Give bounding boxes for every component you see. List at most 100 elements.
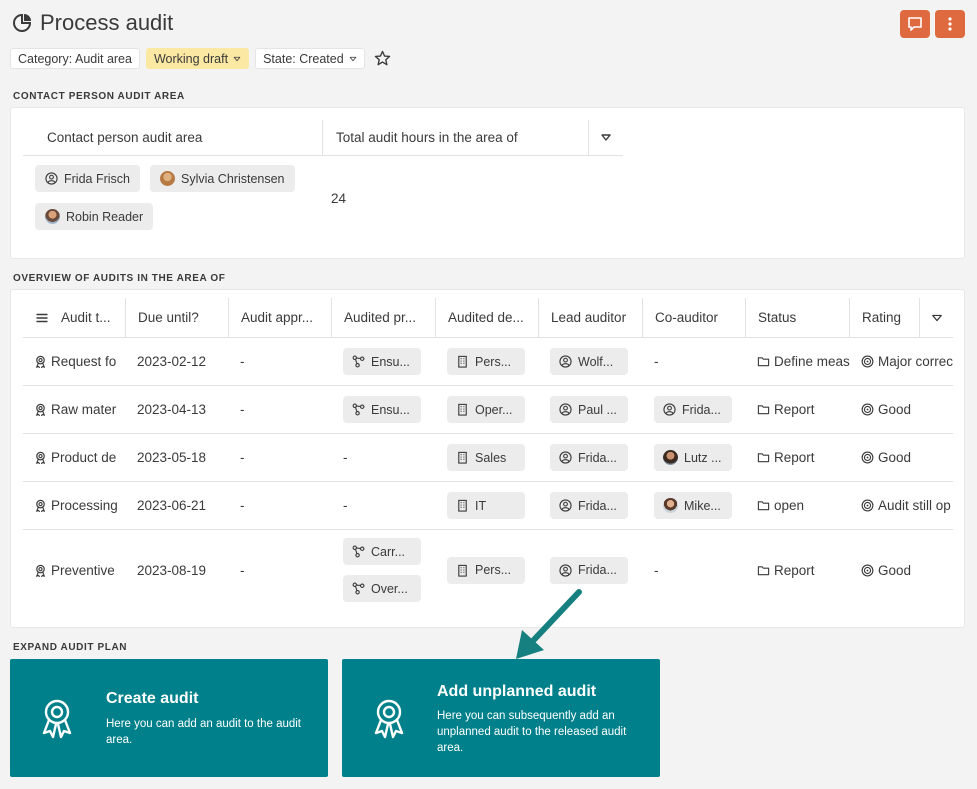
rating-cell: Good bbox=[850, 450, 953, 465]
column-options-button[interactable] bbox=[920, 298, 953, 337]
building-icon bbox=[458, 403, 467, 416]
lead-auditor-chip[interactable]: Frida... bbox=[550, 556, 628, 584]
add-unplanned-audit-title: Add unplanned audit bbox=[437, 683, 597, 700]
contact-table-header: Contact person audit area Total audit ho… bbox=[23, 120, 623, 156]
total-hours-column-header[interactable]: Total audit hours in the area of bbox=[323, 120, 589, 155]
audit-type-label: Raw mater bbox=[51, 402, 117, 417]
lead-auditor-name: Frida... bbox=[578, 450, 617, 465]
due-date: 2023-02-12 bbox=[137, 354, 207, 369]
department-label: Sales bbox=[475, 450, 507, 465]
audit-type-cell: Request fo bbox=[23, 354, 126, 369]
process-flow-icon bbox=[352, 355, 365, 368]
folder-icon bbox=[757, 453, 770, 463]
column-header[interactable]: Audited de... bbox=[436, 298, 539, 337]
status: open bbox=[757, 498, 804, 513]
process-chip[interactable]: Over... bbox=[343, 575, 421, 602]
approval-cell: - bbox=[229, 498, 332, 513]
table-row[interactable]: Product de 2023-05-18 - - Sales Frida... Lutz … bbox=[23, 434, 953, 482]
process-chip[interactable]: Ensu... bbox=[343, 348, 421, 375]
person-chip[interactable]: Sylvia Christensen bbox=[149, 165, 295, 192]
due-date-cell: 2023-06-21 bbox=[126, 498, 229, 513]
process-label: Ensu... bbox=[371, 354, 410, 369]
award-icon bbox=[35, 564, 46, 577]
favorite-button[interactable] bbox=[371, 50, 391, 67]
audits-table-header: Audit t... Due until? Audit appr... Audited… bbox=[23, 298, 953, 338]
column-options-button[interactable] bbox=[589, 120, 623, 155]
audit-type[interactable]: Processing bbox=[34, 498, 118, 513]
rating: Good bbox=[861, 563, 911, 578]
create-audit-title: Create audit bbox=[106, 690, 199, 707]
audit-type[interactable]: Request fo bbox=[34, 354, 116, 369]
audited-process-cell: - bbox=[332, 450, 436, 465]
add-unplanned-audit-card[interactable]: Add unplanned audit Here you can subsequ… bbox=[342, 659, 660, 777]
co-auditor-chip[interactable]: Frida... bbox=[654, 396, 732, 423]
audit-type-label: Preventive bbox=[51, 562, 115, 578]
audit-type[interactable]: Raw mater bbox=[34, 402, 116, 417]
contact-panel: Contact person audit area Total audit ho… bbox=[10, 107, 965, 259]
co-auditor-chip[interactable]: Lutz ... bbox=[654, 444, 732, 471]
co-auditor-chip[interactable]: Mike... bbox=[654, 492, 732, 519]
column-header[interactable]: Audit t... bbox=[23, 298, 126, 337]
co-auditor-cell: Mike... bbox=[643, 492, 746, 519]
more-options-button[interactable] bbox=[935, 10, 965, 38]
audit-type[interactable]: Preventive bbox=[34, 563, 115, 578]
person-chip[interactable]: Frida Frisch bbox=[35, 165, 140, 192]
tag-1[interactable]: Working draft bbox=[145, 48, 250, 69]
empty-value: - bbox=[343, 498, 348, 513]
total-hours-value: 24 bbox=[331, 191, 347, 206]
department-chip[interactable]: Sales bbox=[447, 444, 525, 471]
column-header[interactable]: Due until? bbox=[126, 298, 229, 337]
process-chip[interactable]: Carr... bbox=[343, 538, 421, 565]
tag-2[interactable]: State: Created bbox=[255, 48, 365, 69]
department-chip[interactable]: Pers... bbox=[447, 556, 525, 584]
column-header[interactable]: Audit appr... bbox=[229, 298, 332, 337]
approval-cell: - bbox=[229, 563, 332, 578]
status-cell: Report bbox=[746, 563, 850, 578]
contact-person-column-header[interactable]: Contact person audit area bbox=[23, 120, 323, 155]
contact-persons-list: Frida Frisch Sylvia Christensen Robin Read… bbox=[35, 165, 295, 230]
department-chip[interactable]: Pers... bbox=[447, 348, 525, 375]
column-header[interactable]: Status bbox=[746, 298, 850, 337]
comment-button[interactable] bbox=[900, 10, 930, 38]
user-circle-icon bbox=[559, 403, 572, 416]
status: Report bbox=[757, 402, 815, 417]
lead-auditor-cell: Frida... bbox=[539, 492, 643, 519]
department-label: IT bbox=[475, 498, 487, 513]
person-chip[interactable]: Robin Reader bbox=[35, 203, 154, 230]
audited-department-cell: Oper... bbox=[436, 396, 539, 423]
column-header-label: Due until? bbox=[138, 310, 199, 325]
column-header[interactable]: Lead auditor bbox=[539, 298, 643, 337]
table-row[interactable]: Request fo 2023-02-12 - Ensu... Pers... Wolf.… bbox=[23, 338, 953, 386]
rating-label: Good bbox=[878, 402, 912, 417]
audit-type[interactable]: Product de bbox=[34, 450, 116, 465]
column-header[interactable]: Audited pr... bbox=[332, 298, 436, 337]
create-audit-card[interactable]: Create audit Here you can add an audit t… bbox=[10, 659, 328, 777]
column-header[interactable]: Co-auditor bbox=[643, 298, 746, 337]
empty-value: - bbox=[343, 450, 348, 465]
tag-0[interactable]: Category: Audit area bbox=[10, 48, 140, 69]
table-row[interactable]: Raw mater 2023-04-13 - Ensu... Oper... Paul .… bbox=[23, 386, 953, 434]
tag-label: Category: Audit area bbox=[18, 51, 132, 66]
award-icon bbox=[35, 355, 46, 368]
tag-bar: Category: Audit area Working draft State: … bbox=[10, 48, 391, 69]
building-icon bbox=[458, 355, 467, 368]
lead-auditor-chip[interactable]: Frida... bbox=[550, 444, 628, 471]
table-row[interactable]: Processing 2023-06-21 - - IT Frida... Mike... o… bbox=[23, 482, 953, 530]
department-chip[interactable]: IT bbox=[447, 492, 525, 519]
award-icon bbox=[35, 451, 46, 464]
table-row[interactable]: Preventive 2023-08-19 - Carr... Over... Pers.… bbox=[23, 530, 953, 610]
lead-auditor-chip[interactable]: Frida... bbox=[550, 492, 628, 519]
status-label: Define meas bbox=[774, 354, 850, 369]
audit-type-label: Request fo bbox=[51, 354, 117, 369]
status-label: Report bbox=[774, 450, 815, 465]
department-label: Oper... bbox=[475, 402, 513, 417]
process-chip[interactable]: Ensu... bbox=[343, 396, 421, 423]
process-flow-icon bbox=[352, 582, 365, 595]
status-cell: open bbox=[746, 498, 850, 513]
caret-down-icon bbox=[349, 56, 356, 61]
approval-value: - bbox=[240, 562, 245, 578]
lead-auditor-chip[interactable]: Wolf... bbox=[550, 348, 628, 375]
department-chip[interactable]: Oper... bbox=[447, 396, 525, 423]
lead-auditor-chip[interactable]: Paul ... bbox=[550, 396, 628, 423]
column-header[interactable]: Rating bbox=[850, 298, 920, 337]
